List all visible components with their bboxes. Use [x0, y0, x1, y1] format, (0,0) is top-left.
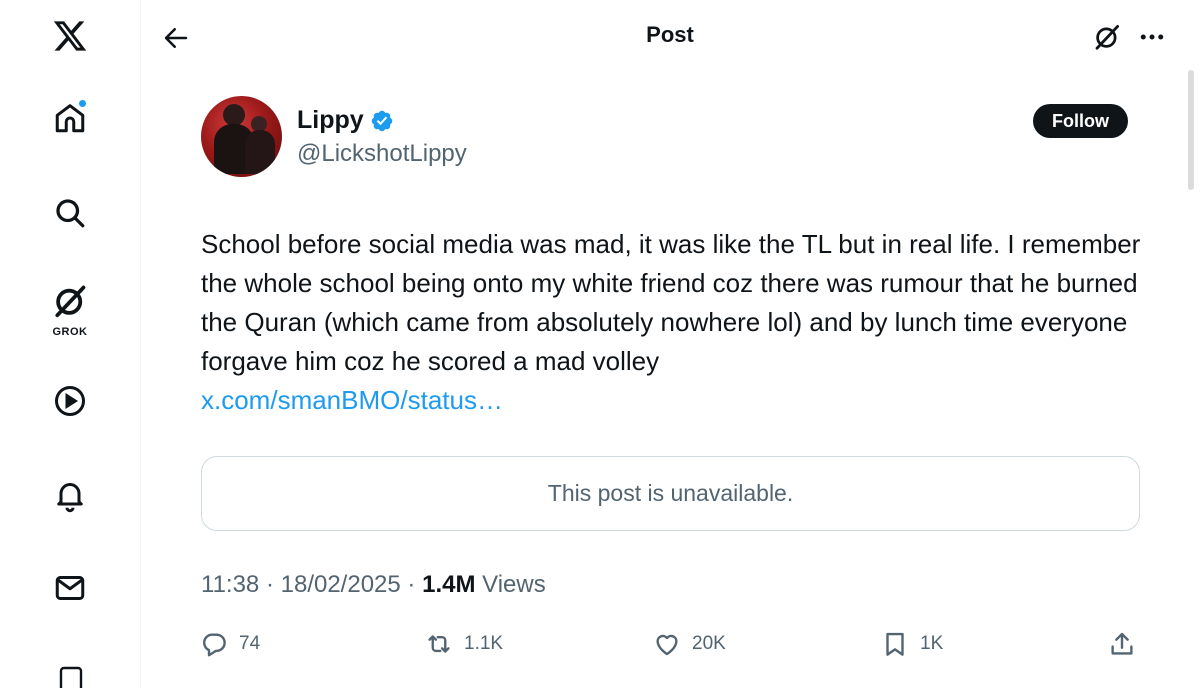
author-name[interactable]: Lippy [297, 106, 364, 135]
reply-icon [203, 633, 226, 657]
home-icon[interactable] [50, 98, 90, 138]
bookmark-count: 1K [920, 633, 944, 654]
post-time[interactable]: 11:38 [201, 571, 259, 598]
notifications-bell-icon[interactable] [50, 475, 90, 515]
grok-icon[interactable] [1090, 20, 1124, 54]
bookmark-button[interactable]: 1K [880, 626, 943, 662]
repost-icon [428, 635, 450, 653]
author-handle[interactable]: @LickshotLippy [297, 140, 467, 168]
app-root: GROK Post Lippy @LickshotLippy Follow Sc… [0, 0, 1200, 688]
post-date[interactable]: 18/02/2025 [281, 571, 401, 598]
more-options-icon[interactable] [1135, 20, 1169, 54]
notification-dot [78, 99, 87, 108]
reply-count: 74 [239, 633, 261, 654]
meta-separator: · [265, 571, 274, 598]
messages-mail-icon[interactable] [50, 568, 90, 608]
scrollbar-thumb[interactable] [1188, 70, 1194, 190]
post-header: Post [142, 0, 1182, 72]
tweet-text-block: School before social media was mad, it w… [201, 225, 1151, 420]
avatar[interactable] [201, 96, 282, 177]
meta-separator: · [407, 571, 416, 598]
author-name-row[interactable]: Lippy [297, 106, 394, 135]
quoted-post-unavailable: This post is unavailable. [201, 456, 1140, 531]
bookmarks-nav-icon-partial[interactable] [56, 664, 86, 688]
share-icon [1111, 632, 1133, 655]
repost-count: 1.1K [464, 633, 504, 654]
heart-icon [656, 634, 678, 656]
views-label: Views [482, 571, 546, 598]
views-count[interactable]: 1.4M [422, 571, 475, 598]
tweet-link[interactable]: x.com/smanBMO/status… [201, 385, 503, 415]
left-nav: GROK [0, 0, 141, 688]
page-title: Post [646, 22, 694, 47]
grok-label: GROK [52, 326, 88, 338]
verified-badge-icon[interactable] [370, 109, 394, 133]
reply-button[interactable]: 74 [199, 626, 260, 662]
grok-icon [55, 285, 86, 318]
tweet-text: School before social media was mad, it w… [201, 229, 1141, 376]
search-icon[interactable] [50, 193, 90, 233]
unavailable-text: This post is unavailable. [547, 480, 794, 506]
x-logo-icon[interactable] [50, 16, 90, 56]
like-count: 20K [692, 633, 726, 654]
share-button[interactable] [1107, 626, 1137, 662]
scrollbar[interactable] [1188, 70, 1194, 190]
video-icon[interactable] [50, 381, 90, 421]
bookmark-icon [886, 632, 904, 656]
post-meta: 11:38 · 18/02/2025 · 1.4M Views [201, 571, 546, 599]
nav-grok[interactable]: GROK [40, 282, 100, 340]
repost-button[interactable]: 1.1K [424, 626, 503, 662]
follow-button[interactable]: Follow [1033, 104, 1128, 138]
like-button[interactable]: 20K [652, 626, 726, 662]
